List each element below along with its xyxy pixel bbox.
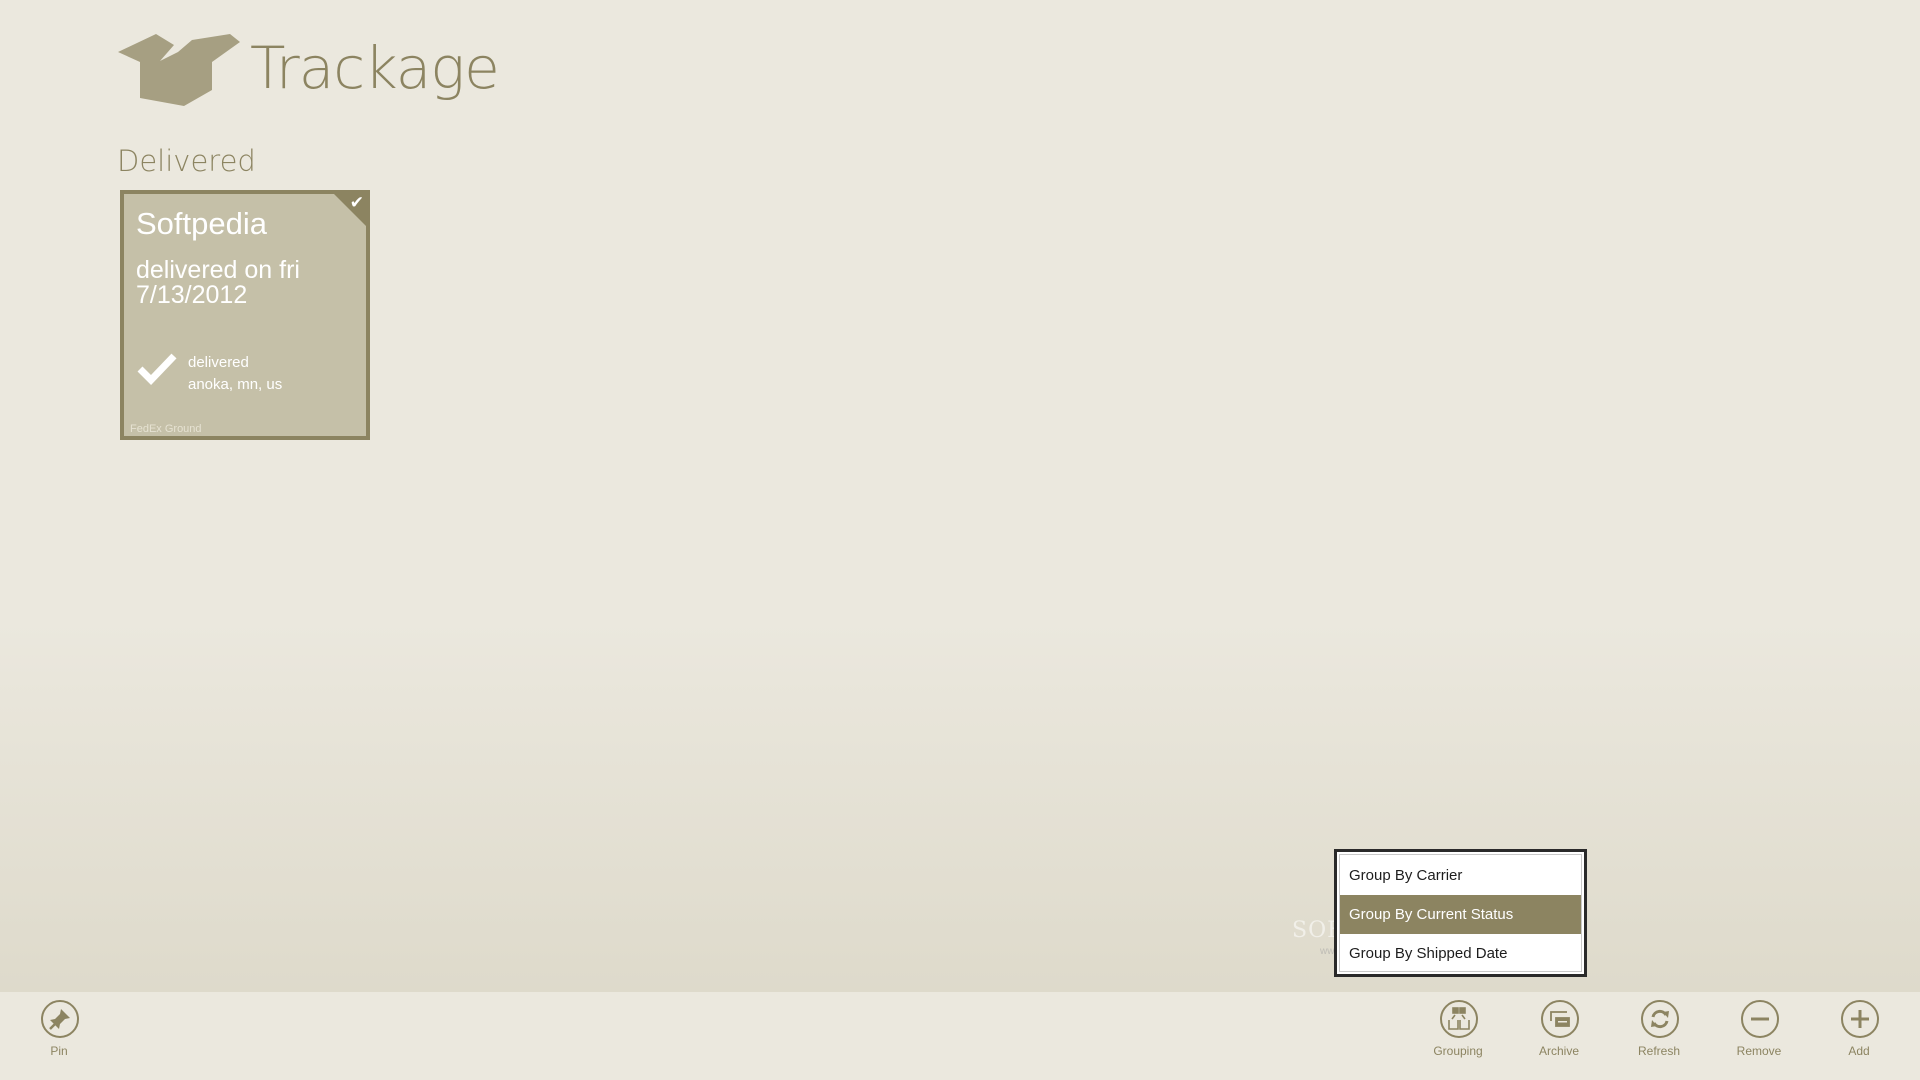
package-eta: delivered on fri 7/13/2012 [136, 256, 300, 309]
refresh-label: Refresh [1637, 1044, 1681, 1058]
archive-label: Archive [1538, 1044, 1579, 1058]
archive-icon [1541, 1000, 1579, 1038]
open-box-icon [118, 34, 240, 106]
package-carrier: FedEx Ground [130, 423, 202, 435]
app-title: Trackage [250, 34, 500, 102]
package-tile[interactable]: ✔ Softpedia delivered on fri 7/13/2012 d… [120, 190, 370, 440]
add-icon [1841, 1000, 1879, 1038]
pin-button[interactable]: Pin [15, 1000, 105, 1076]
remove-icon [1741, 1000, 1779, 1038]
package-status: delivered [188, 354, 249, 371]
remove-label: Remove [1736, 1044, 1782, 1058]
menu-item-group-by-carrier[interactable]: Group By Carrier [1340, 856, 1581, 895]
check-icon [137, 353, 177, 386]
app-bar: Pin Grouping Archive Refresh Remove Add [0, 992, 1920, 1080]
package-location: anoka, mn, us [188, 376, 283, 393]
menu-item-group-by-current-status[interactable]: Group By Current Status [1340, 895, 1581, 934]
add-button[interactable]: Add [1815, 1000, 1905, 1076]
group-heading-delivered[interactable]: Delivered [117, 144, 256, 178]
refresh-icon [1641, 1000, 1679, 1038]
remove-button[interactable]: Remove [1715, 1000, 1805, 1076]
package-name: Softpedia [136, 206, 267, 241]
grouping-icon [1440, 1000, 1478, 1038]
grouping-button[interactable]: Grouping [1414, 1000, 1504, 1076]
grouping-label: Grouping [1433, 1044, 1483, 1058]
pin-icon [41, 1000, 79, 1038]
archive-button[interactable]: Archive [1515, 1000, 1605, 1076]
menu-item-group-by-shipped-date[interactable]: Group By Shipped Date [1340, 934, 1581, 973]
pin-label: Pin [50, 1044, 68, 1058]
grouping-menu: Group By Carrier Group By Current Status… [1334, 849, 1587, 977]
selected-check-icon: ✔ [349, 193, 364, 213]
add-label: Add [1848, 1044, 1870, 1058]
refresh-button[interactable]: Refresh [1615, 1000, 1705, 1076]
